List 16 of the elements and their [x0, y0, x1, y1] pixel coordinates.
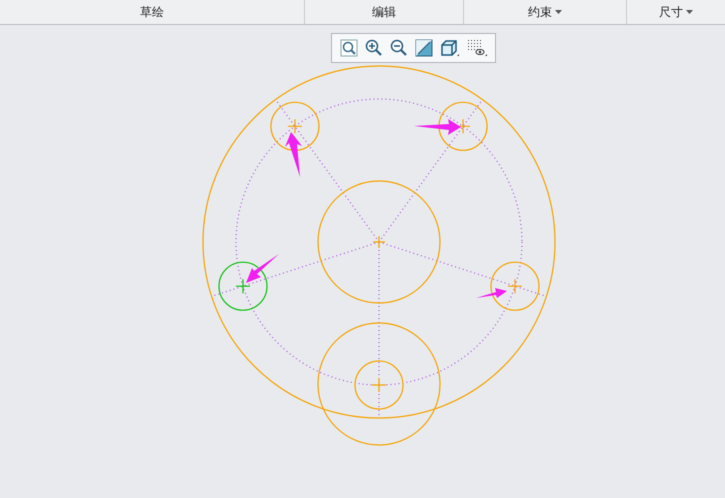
hole-circle[interactable]	[490, 262, 540, 311]
annotation-arrow	[285, 132, 302, 177]
zoom-in-icon[interactable]	[364, 39, 382, 57]
zoom-out-icon[interactable]	[390, 39, 408, 57]
hole-circle[interactable]	[218, 262, 268, 311]
center-point	[372, 235, 386, 249]
cube-icon[interactable]	[440, 39, 460, 57]
refit-icon[interactable]	[340, 39, 358, 57]
hole-circle[interactable]	[270, 102, 320, 151]
annotation-arrow	[476, 288, 507, 298]
annotation-arrow	[246, 254, 279, 283]
caret-icon	[686, 10, 693, 14]
shading-icon[interactable]	[414, 39, 432, 57]
caret-icon	[555, 10, 562, 14]
annotation-arrow	[414, 119, 461, 135]
hole-circle[interactable]	[438, 102, 488, 151]
